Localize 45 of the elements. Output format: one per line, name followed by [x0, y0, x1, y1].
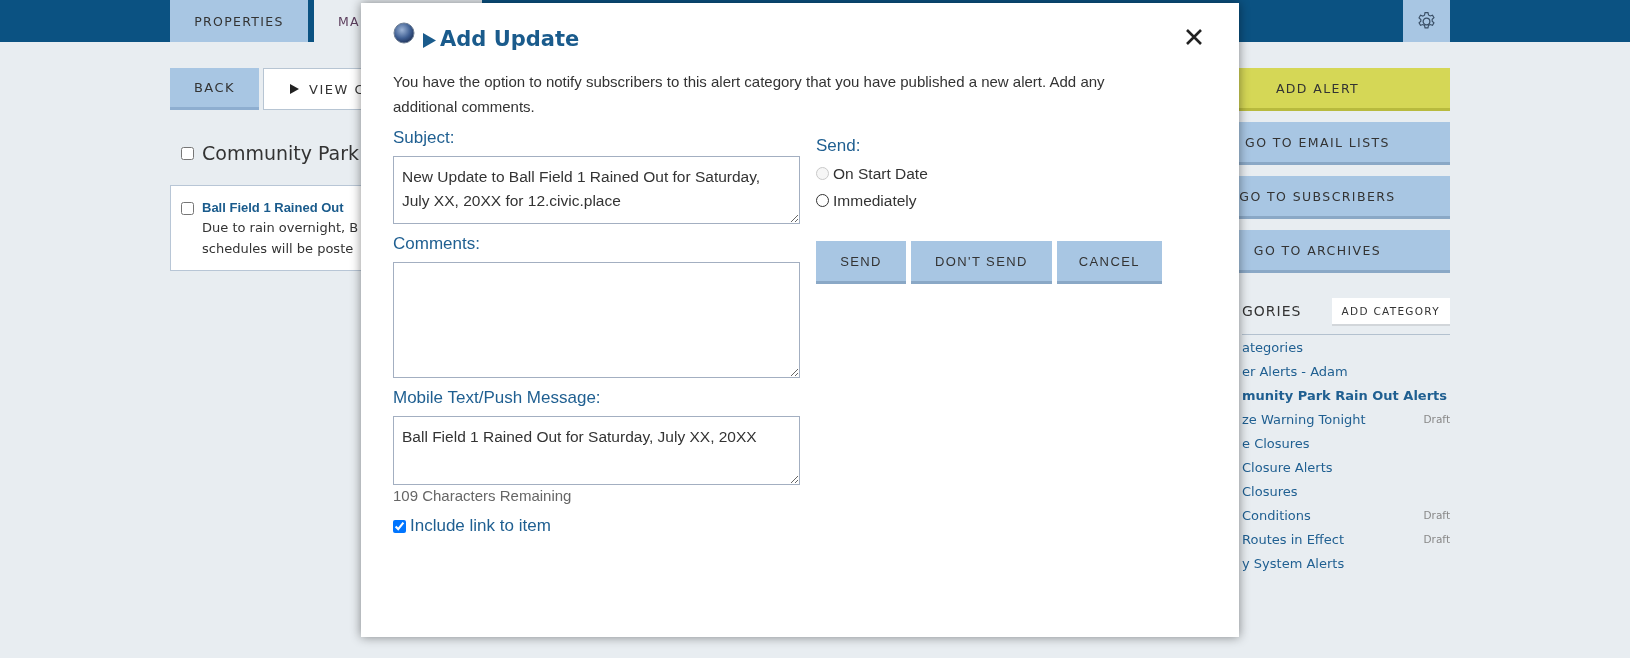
radio-label: On Start Date — [833, 164, 928, 183]
field-label: Comments: — [393, 234, 481, 254]
draft-label: Draft — [1423, 413, 1450, 425]
radio-button[interactable] — [816, 194, 829, 207]
close-icon — [1185, 28, 1203, 46]
category-link[interactable]: munity Park Rain Out Alerts — [1242, 387, 1448, 403]
play-icon — [423, 32, 436, 48]
field-label: Send: — [816, 136, 862, 156]
checkbox-label: Include link to item — [410, 516, 551, 536]
field-label: Mobile Text/Push Message: — [393, 388, 602, 408]
field-label: Subject: — [393, 128, 456, 148]
category-link[interactable]: y System Alerts — [1242, 555, 1345, 571]
add-category-button[interactable]: ADD CATEGORY — [1331, 298, 1450, 324]
category-link[interactable]: Routes in Effect — [1242, 531, 1345, 547]
dialog-button[interactable]: SEND — [816, 241, 906, 284]
text-area[interactable]: Ball Field 1 Rained Out for Saturday, July XX, 20XX — [393, 416, 800, 485]
text-area[interactable]: New Update to Ball Field 1 Rained Out for Saturday, July XX, 20XX for 12.civic.place — [393, 156, 800, 224]
checkbox[interactable] — [181, 202, 194, 215]
dialog-button[interactable]: DON'T SEND — [911, 241, 1052, 284]
dialog-button[interactable]: CANCEL — [1056, 241, 1162, 284]
character-counter: 109 Characters Remaining — [393, 487, 573, 504]
orb-icon — [393, 22, 415, 44]
category-link[interactable]: Conditions — [1242, 507, 1311, 523]
alert-description: Due to rain overnight, B schedules will be poste — [202, 219, 359, 258]
radio-label: Immediately — [833, 191, 917, 210]
checkbox[interactable] — [181, 146, 194, 160]
play-icon — [290, 84, 299, 94]
back-button[interactable]: BACK — [170, 68, 259, 110]
category-link[interactable]: e Closures — [1242, 435, 1310, 451]
settings-icon — [1416, 10, 1437, 32]
close-button[interactable] — [1185, 28, 1203, 46]
nav-tab[interactable]: PROPERTIES — [170, 0, 308, 42]
category-link[interactable]: Closure Alerts — [1242, 459, 1333, 475]
checkbox[interactable] — [393, 519, 406, 533]
draft-label: Draft — [1423, 533, 1450, 545]
section-heading: GORIES — [1242, 303, 1302, 319]
alert-title-link[interactable]: Ball Field 1 Rained Out — [202, 199, 344, 217]
category-link[interactable]: ze Warning Tonight — [1242, 411, 1366, 427]
dialog-title: Add Update — [440, 27, 580, 51]
draft-label: Draft — [1423, 509, 1450, 521]
category-title: Community Park — [202, 142, 360, 164]
category-link[interactable]: ategories — [1242, 339, 1303, 355]
settings-button[interactable] — [1403, 0, 1450, 42]
category-link[interactable]: Closures — [1242, 483, 1298, 499]
category-link[interactable]: er Alerts - Adam — [1242, 363, 1348, 379]
